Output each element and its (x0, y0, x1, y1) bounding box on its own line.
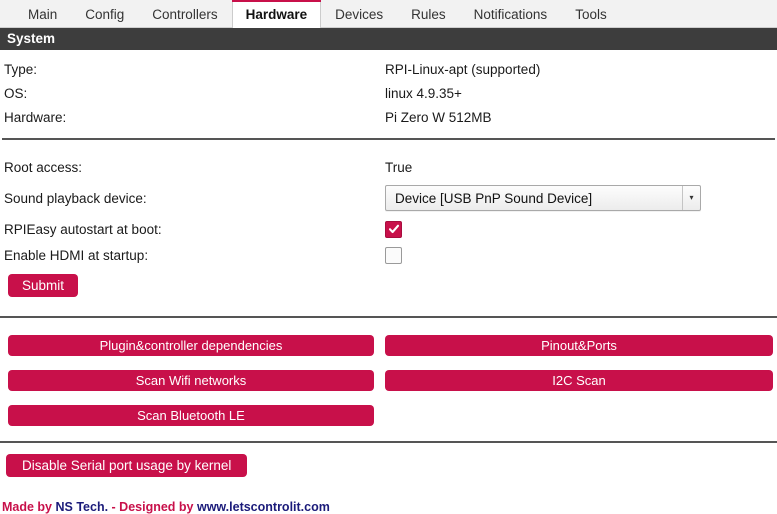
autostart-checkbox[interactable] (385, 220, 402, 238)
i2c-scan-button[interactable]: I2C Scan (385, 370, 773, 391)
disable-serial-port-button[interactable]: Disable Serial port usage by kernel (6, 454, 248, 477)
tab-devices[interactable]: Devices (321, 0, 397, 27)
info-value-os: linux 4.9.35+ (385, 85, 462, 101)
system-info-panel: Type: RPI-Linux-apt (supported) OS: linu… (0, 50, 777, 297)
info-label-type: Type: (4, 61, 38, 77)
root-access-value: True (385, 159, 413, 175)
setting-row-sound-device: Sound playback device: Device [USB PnP S… (2, 180, 775, 216)
autostart-label: RPIEasy autostart at boot: (4, 221, 162, 237)
tab-hardware[interactable]: Hardware (231, 0, 322, 28)
tab-controllers[interactable]: Controllers (138, 0, 231, 27)
info-row-type: Type: RPI-Linux-apt (supported) (2, 57, 775, 81)
pinout-ports-button[interactable]: Pinout&Ports (385, 335, 773, 356)
submit-button[interactable]: Submit (8, 274, 79, 297)
sound-device-label: Sound playback device: (4, 190, 147, 206)
sound-device-selected-value: Device [USB PnP Sound Device] (395, 190, 593, 206)
hdmi-label: Enable HDMI at startup: (4, 247, 149, 263)
footer-designed-by-text: - Designed by (108, 500, 197, 514)
tab-main[interactable]: Main (14, 0, 71, 27)
info-label-hardware: Hardware: (4, 109, 67, 125)
setting-row-root-access: Root access: True (2, 154, 775, 180)
check-icon (388, 224, 399, 234)
info-value-hardware: Pi Zero W 512MB (385, 109, 492, 125)
root-access-label: Root access: (4, 159, 83, 175)
footer-made-by-text: Made by (2, 500, 56, 514)
system-info-rows: Type: RPI-Linux-apt (supported) OS: linu… (2, 50, 775, 129)
plugin-controller-dependencies-button[interactable]: Plugin&controller dependencies (8, 335, 374, 356)
info-value-type: RPI-Linux-apt (supported) (385, 61, 541, 77)
main-tab-bar: Main Config Controllers Hardware Devices… (0, 0, 777, 28)
footer-website-link[interactable]: www.letscontrolit.com (197, 500, 330, 514)
setting-row-hdmi: Enable HDMI at startup: (2, 242, 775, 268)
setting-row-autostart: RPIEasy autostart at boot: (2, 216, 775, 242)
footer-credits: Made by NS Tech. - Designed by www.letsc… (0, 500, 777, 514)
tab-notifications[interactable]: Notifications (460, 0, 562, 27)
chevron-down-icon: ▾ (682, 186, 700, 210)
info-row-os: OS: linux 4.9.35+ (2, 81, 775, 105)
system-section-header: System (0, 28, 777, 50)
footer-author-name: NS Tech. (55, 500, 109, 514)
scan-wifi-networks-button[interactable]: Scan Wifi networks (8, 370, 374, 391)
tab-config[interactable]: Config (71, 0, 138, 27)
scan-bluetooth-le-button[interactable]: Scan Bluetooth LE (8, 405, 374, 426)
info-label-os: OS: (4, 85, 28, 101)
tab-tools[interactable]: Tools (561, 0, 621, 27)
info-row-hardware: Hardware: Pi Zero W 512MB (2, 105, 775, 129)
action-button-grid: Plugin&controller dependencies Pinout&Po… (0, 335, 777, 426)
tab-rules[interactable]: Rules (397, 0, 460, 27)
hdmi-checkbox[interactable] (385, 246, 402, 264)
sound-device-select[interactable]: Device [USB PnP Sound Device] ▾ (385, 185, 701, 211)
